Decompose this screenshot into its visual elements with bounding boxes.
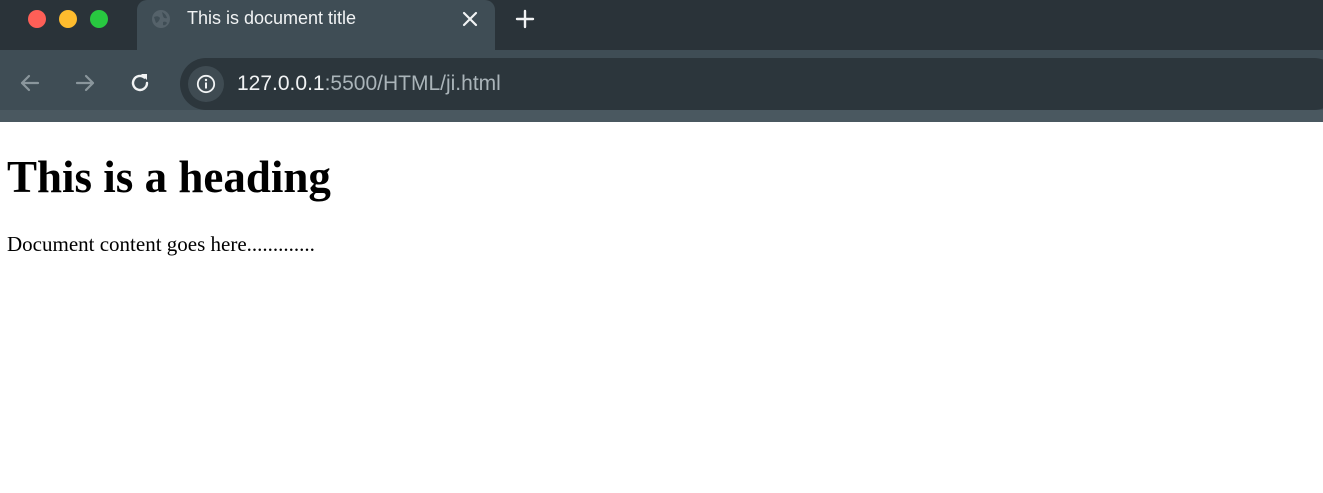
toolbar-divider — [0, 110, 1323, 122]
url-text[interactable]: 127.0.0.1:5500/HTML/ji.html — [237, 72, 501, 96]
page-viewport: This is a heading Document content goes … — [0, 122, 1323, 493]
browser-chrome: This is document title 127.0.0.1:5500/HT… — [0, 0, 1323, 122]
window-minimize-button[interactable] — [59, 10, 77, 28]
window-zoom-button[interactable] — [90, 10, 108, 28]
url-host: 127.0.0.1 — [237, 72, 325, 95]
address-bar[interactable]: 127.0.0.1:5500/HTML/ji.html — [180, 58, 1323, 110]
arrow-right-icon[interactable] — [72, 70, 98, 96]
close-icon[interactable] — [460, 9, 480, 29]
window-close-button[interactable] — [28, 10, 46, 28]
globe-icon — [151, 9, 171, 29]
tab-title: This is document title — [187, 8, 357, 28]
reload-icon[interactable] — [127, 70, 153, 96]
page-content-text: Document content goes here............. — [7, 232, 315, 256]
site-info-button[interactable] — [188, 66, 224, 102]
arrow-left-icon[interactable] — [17, 70, 43, 96]
tab-strip: This is document title — [0, 0, 1323, 50]
page-heading: This is a heading — [7, 152, 331, 202]
info-icon — [196, 74, 216, 94]
url-path: :5500/HTML/ji.html — [324, 72, 501, 95]
active-tab[interactable]: This is document title — [137, 0, 495, 50]
plus-icon[interactable] — [514, 8, 536, 30]
